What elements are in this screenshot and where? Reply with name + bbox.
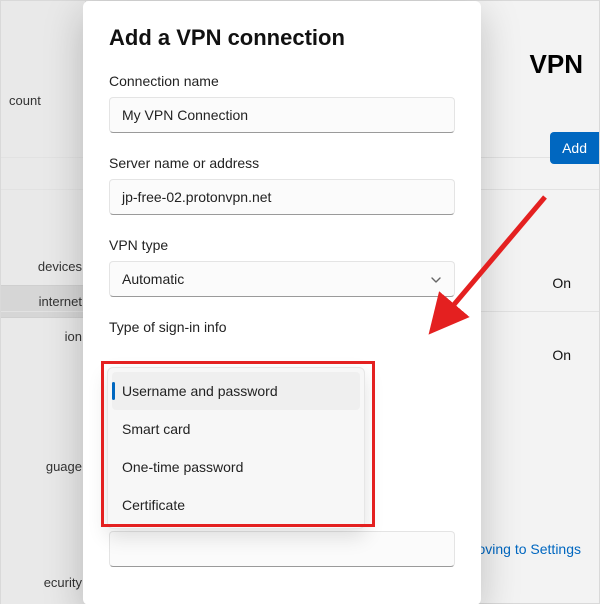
connection-name-value: My VPN Connection bbox=[122, 107, 248, 123]
password-input[interactable] bbox=[109, 531, 455, 567]
chevron-down-icon bbox=[430, 273, 442, 285]
sidebar-item-security[interactable]: ecurity bbox=[1, 567, 86, 598]
connection-name-label: Connection name bbox=[109, 73, 455, 89]
sidebar-item-devices[interactable]: devices bbox=[1, 251, 86, 282]
vpn-type-select[interactable]: Automatic bbox=[109, 261, 455, 297]
page-title: VPN bbox=[530, 49, 583, 80]
sidebar-item-internet[interactable]: internet bbox=[1, 285, 86, 318]
add-vpn-button[interactable]: Add bbox=[550, 132, 599, 164]
toggle-status-2: On bbox=[552, 347, 571, 363]
vpn-type-value: Automatic bbox=[122, 271, 184, 287]
settings-link[interactable]: moving to Settings bbox=[466, 541, 581, 557]
sidebar-item-ion[interactable]: ion bbox=[1, 321, 86, 352]
dialog-title: Add a VPN connection bbox=[109, 25, 455, 51]
server-value: jp-free-02.protonvpn.net bbox=[122, 189, 271, 205]
toggle-status-1: On bbox=[552, 275, 571, 291]
settings-sidebar: count devices internet ion guage ecurity bbox=[1, 1, 86, 604]
server-label: Server name or address bbox=[109, 155, 455, 171]
sidebar-item-account[interactable]: count bbox=[1, 85, 86, 116]
settings-window: count devices internet ion guage ecurity… bbox=[0, 0, 600, 604]
signin-type-label: Type of sign-in info bbox=[109, 319, 455, 335]
annotation-highlight-box bbox=[101, 361, 375, 527]
vpn-type-label: VPN type bbox=[109, 237, 455, 253]
server-input[interactable]: jp-free-02.protonvpn.net bbox=[109, 179, 455, 215]
connection-name-input[interactable]: My VPN Connection bbox=[109, 97, 455, 133]
sidebar-item-language[interactable]: guage bbox=[1, 451, 86, 482]
